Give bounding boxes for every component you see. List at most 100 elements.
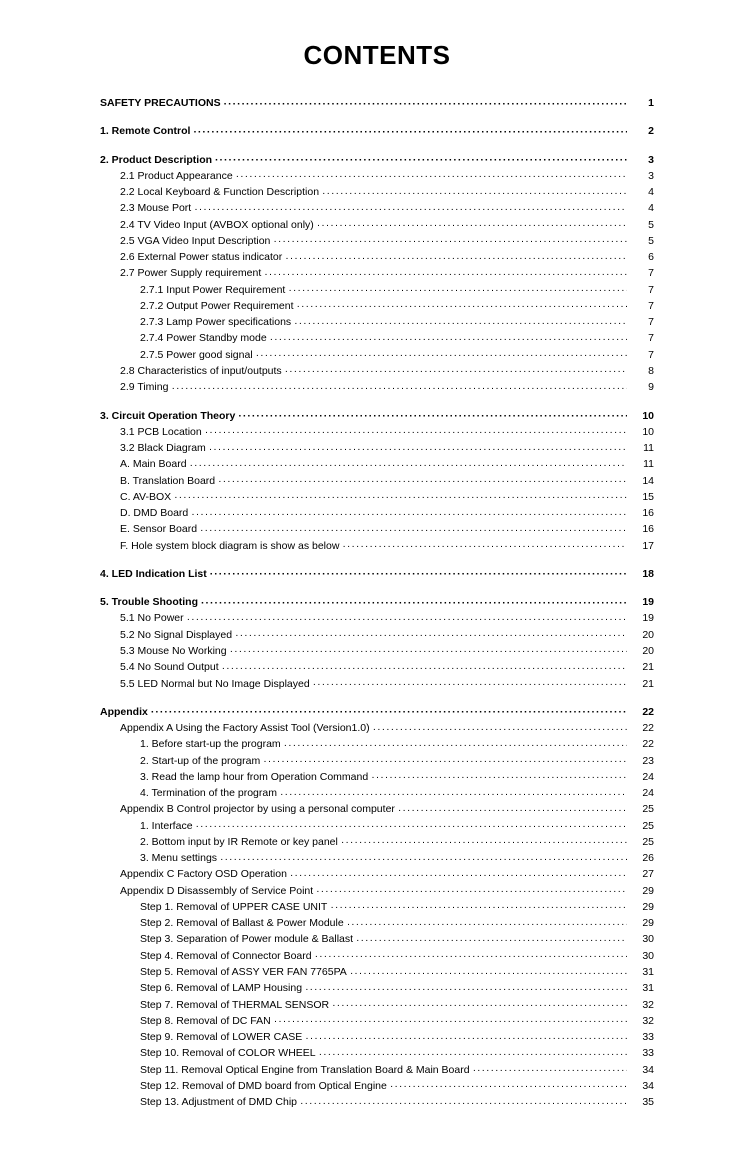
toc-entry: Appendix22 [100, 704, 654, 720]
toc-entry: 2. Product Description3 [100, 152, 654, 168]
toc-dot-leader [341, 834, 627, 845]
toc-dot-leader [274, 1013, 627, 1024]
toc-entry-page: 27 [630, 866, 654, 882]
toc-entry-page: 30 [630, 931, 654, 947]
toc-entry-page: 5 [630, 233, 654, 249]
toc-dot-leader [218, 473, 627, 484]
toc-entry-page: 35 [630, 1094, 654, 1110]
toc-dot-leader [238, 408, 627, 419]
toc-dot-leader [373, 721, 627, 732]
toc-dot-leader [347, 916, 627, 927]
toc-dot-leader [315, 948, 627, 959]
toc-entry-label: Appendix A Using the Factory Assist Tool… [120, 720, 370, 736]
toc-entry-page: 10 [630, 408, 654, 424]
toc-entry-label: Step 4. Removal of Connector Board [140, 948, 312, 964]
toc-entry-label: 2.7.1 Input Power Requirement [140, 282, 285, 298]
toc-entry-label: 4. LED Indication List [100, 566, 207, 582]
toc-entry-label: 2.5 VGA Video Input Description [120, 233, 270, 249]
toc-entry-label: 5.5 LED Normal but No Image Displayed [120, 676, 310, 692]
toc-dot-leader [356, 932, 627, 943]
toc-entry-label: 2.4 TV Video Input (AVBOX optional only) [120, 217, 314, 233]
toc-dot-leader [294, 315, 627, 326]
toc-entry-page: 31 [630, 964, 654, 980]
toc-dot-leader [322, 185, 627, 196]
toc-dot-leader [205, 424, 627, 435]
toc-entry: 3.1 PCB Location10 [100, 424, 654, 440]
toc-entry-page: 33 [630, 1045, 654, 1061]
toc-entry: Step 8. Removal of DC FAN32 [100, 1013, 654, 1029]
toc-entry: Step 4. Removal of Connector Board30 [100, 948, 654, 964]
toc-entry-page: 19 [630, 594, 654, 610]
toc-entry: 3. Circuit Operation Theory 10 [100, 408, 654, 424]
toc-entry-page: 21 [630, 676, 654, 692]
toc-dot-leader [273, 233, 627, 244]
toc-entry-label: Step 2. Removal of Ballast & Power Modul… [140, 915, 344, 931]
toc-entry-page: 29 [630, 915, 654, 931]
toc-entry: Step 11. Removal Optical Engine from Tra… [100, 1062, 654, 1078]
toc-entry-page: 7 [630, 282, 654, 298]
toc-entry-label: 2.7.2 Output Power Requirement [140, 298, 294, 314]
toc-entry-label: 3. Circuit Operation Theory [100, 408, 235, 424]
toc-entry-label: Step 6. Removal of LAMP Housing [140, 980, 302, 996]
toc-entry-page: 10 [630, 424, 654, 440]
toc-entry: Appendix A Using the Factory Assist Tool… [100, 720, 654, 736]
toc-entry: 5.4 No Sound Output21 [100, 659, 654, 675]
toc-dot-leader [288, 282, 627, 293]
toc-dot-leader [230, 643, 627, 654]
toc-dot-leader [215, 152, 627, 163]
toc-entry-page: 18 [630, 566, 654, 582]
toc-entry-page: 16 [630, 505, 654, 521]
toc-entry-label: Step 7. Removal of THERMAL SENSOR [140, 997, 329, 1013]
toc-entry-label: C. AV-BOX [120, 489, 171, 505]
toc-entry-label: 1. Remote Control [100, 123, 190, 139]
toc-entry: 3. Menu settings26 [100, 850, 654, 866]
toc-entry-label: Step 3. Separation of Power module & Bal… [140, 931, 353, 947]
toc-entry-label: 2.7.4 Power Standby mode [140, 330, 267, 346]
toc-entry-label: 2. Start-up of the program [140, 753, 260, 769]
toc-entry: Step 9. Removal of LOWER CASE33 [100, 1029, 654, 1045]
toc-entry-page: 3 [630, 152, 654, 168]
toc-entry: SAFETY PRECAUTIONS 1 [100, 95, 654, 111]
toc-entry-label: SAFETY PRECAUTIONS [100, 95, 221, 111]
toc-dot-leader [201, 595, 627, 606]
toc-entry-label: Step 9. Removal of LOWER CASE [140, 1029, 302, 1045]
toc-entry-label: 2.3 Mouse Port [120, 200, 191, 216]
toc-entry-label: 5. Trouble Shooting [100, 594, 198, 610]
toc-entry-label: Step 1. Removal of UPPER CASE UNIT [140, 899, 327, 915]
toc-entry-label: 2.2 Local Keyboard & Function Descriptio… [120, 184, 319, 200]
toc-entry-page: 8 [630, 363, 654, 379]
toc-entry: 2.9 Timing9 [100, 379, 654, 395]
toc-entry-label: 2.7.5 Power good signal [140, 347, 253, 363]
toc-entry-page: 32 [630, 1013, 654, 1029]
toc-entry-page: 4 [630, 184, 654, 200]
toc-entry: 5.5 LED Normal but No Image Displayed 21 [100, 676, 654, 692]
toc-entry-page: 24 [630, 785, 654, 801]
toc-entry: 5.2 No Signal Displayed20 [100, 627, 654, 643]
toc-dot-leader [285, 363, 627, 374]
toc-dot-leader [194, 201, 627, 212]
toc-entry-page: 22 [630, 704, 654, 720]
toc-entry: 4. Termination of the program24 [100, 785, 654, 801]
toc-entry-page: 22 [630, 720, 654, 736]
toc-entry: 2.2 Local Keyboard & Function Descriptio… [100, 184, 654, 200]
toc-entry: 1. Before start-up the program22 [100, 736, 654, 752]
toc-entry: 4. LED Indication List 18 [100, 566, 654, 582]
toc-entry-page: 34 [630, 1062, 654, 1078]
toc-entry-page: 1 [630, 95, 654, 111]
toc-entry-page: 6 [630, 249, 654, 265]
toc-entry-page: 31 [630, 980, 654, 996]
toc-entry: 3. Read the lamp hour from Operation Com… [100, 769, 654, 785]
toc-dot-leader [316, 883, 627, 894]
toc-entry: 5.1 No Power 19 [100, 610, 654, 626]
toc-entry-page: 7 [630, 265, 654, 281]
toc-entry: Step 7. Removal of THERMAL SENSOR32 [100, 997, 654, 1013]
toc-entry: 2.7.2 Output Power Requirement7 [100, 298, 654, 314]
toc-dot-leader [390, 1078, 627, 1089]
toc-entry-label: 5.1 No Power [120, 610, 184, 626]
toc-entry-page: 19 [630, 610, 654, 626]
toc-entry-label: E. Sensor Board [120, 521, 197, 537]
toc-dot-leader [280, 786, 627, 797]
toc-dot-leader [220, 851, 627, 862]
toc-entry: 1. Remote Control2 [100, 123, 654, 139]
toc-entry: 5. Trouble Shooting 19 [100, 594, 654, 610]
